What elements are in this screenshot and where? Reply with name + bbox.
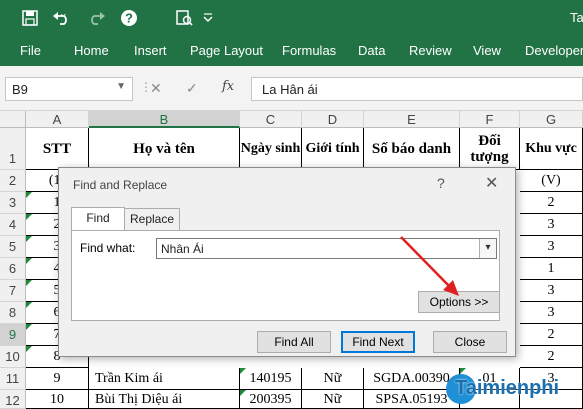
column-header-f[interactable]: F <box>460 111 520 128</box>
error-indicator-icon <box>26 258 32 264</box>
find-what-label: Find what: <box>80 241 136 255</box>
cell-value: 140195 <box>249 371 292 386</box>
cell-d11[interactable]: Nữ <box>302 368 364 390</box>
row-header-1[interactable]: 1 <box>0 128 26 170</box>
cell-c12[interactable]: 200395 <box>240 390 302 409</box>
tab-review[interactable]: Review <box>409 43 452 58</box>
error-indicator-icon <box>240 390 246 396</box>
row-header-10[interactable]: 10 <box>0 346 26 368</box>
chevron-down-icon[interactable]: ▾ <box>479 239 496 258</box>
cell-g6[interactable]: 1 <box>520 258 583 280</box>
row-header-7[interactable]: 7 <box>0 280 26 302</box>
tab-file[interactable]: File <box>20 43 41 58</box>
tab-home[interactable]: Home <box>74 43 109 58</box>
cell-c1[interactable]: Ngày sinh <box>240 128 302 170</box>
cell-d12[interactable]: Nữ <box>302 390 364 409</box>
cell-g4[interactable]: 3 <box>520 214 583 236</box>
watermark: Taimienphi <box>455 377 560 399</box>
print-preview-icon[interactable] <box>172 6 196 30</box>
row-header-2[interactable]: 2 <box>0 170 26 192</box>
error-indicator-icon <box>26 302 32 308</box>
cell-b11[interactable]: Trần Kim ái <box>89 368 240 390</box>
tab-insert[interactable]: Insert <box>134 43 167 58</box>
cell-g8[interactable]: 3 <box>520 302 583 324</box>
find-what-value: Nhân Ái <box>161 242 204 256</box>
cell-a12[interactable]: 10 <box>26 390 89 409</box>
tab-page-layout[interactable]: Page Layout <box>190 43 263 58</box>
formula-input[interactable]: La Hân ái <box>251 77 583 101</box>
cell-b1[interactable]: Họ và tên <box>89 128 240 170</box>
column-header-a[interactable]: A <box>26 111 89 128</box>
cell-a1[interactable]: STT <box>26 128 89 170</box>
cell-g5[interactable]: 3 <box>520 236 583 258</box>
column-header-d[interactable]: D <box>302 111 364 128</box>
error-indicator-icon <box>240 368 246 374</box>
title-bar: ? Ta <box>0 0 583 36</box>
svg-text:?: ? <box>125 11 133 26</box>
name-box[interactable]: B9 ▼ <box>5 77 133 101</box>
column-header-e[interactable]: E <box>364 111 460 128</box>
help-icon[interactable]: ? <box>118 6 140 30</box>
formula-bar: B9 ▼ ⋮ ✕ ✓ fx La Hân ái <box>0 66 583 111</box>
chevron-down-icon[interactable]: ▼ <box>116 81 126 92</box>
cell-b12[interactable]: Bùi Thị Diệu ái <box>89 390 240 409</box>
name-box-value: B9 <box>12 82 28 97</box>
tab-find[interactable]: Find <box>71 207 125 231</box>
cell-g1[interactable]: Khu vực <box>520 128 583 170</box>
row-header-6[interactable]: 6 <box>0 258 26 280</box>
undo-icon[interactable] <box>48 6 78 30</box>
error-indicator-icon <box>26 214 32 220</box>
tab-data[interactable]: Data <box>358 43 385 58</box>
row-header-4[interactable]: 4 <box>0 214 26 236</box>
cell-d1[interactable]: Giới tính <box>302 128 364 170</box>
row-header-9[interactable]: 9 <box>0 324 26 346</box>
cell-g2[interactable]: (V) <box>520 170 583 192</box>
row-header-8[interactable]: 8 <box>0 302 26 324</box>
column-header-g[interactable]: G <box>520 111 583 128</box>
error-indicator-icon <box>26 236 32 242</box>
cancel-icon[interactable]: ✕ <box>150 80 162 97</box>
close-icon[interactable]: ✕ <box>485 173 498 193</box>
cell-a11[interactable]: 9 <box>26 368 89 390</box>
error-indicator-icon <box>26 280 32 286</box>
document-title: Ta <box>570 10 583 25</box>
find-all-button[interactable]: Find All <box>257 331 331 353</box>
tab-replace[interactable]: Replace <box>125 208 180 230</box>
find-next-button[interactable]: Find Next <box>341 331 415 353</box>
cell-g7[interactable]: 3 <box>520 280 583 302</box>
column-header-c[interactable]: C <box>240 111 302 128</box>
cell-value: 200395 <box>249 392 292 407</box>
enter-icon[interactable]: ✓ <box>186 80 198 97</box>
cell-g9[interactable]: 2 <box>520 324 583 346</box>
tab-formulas[interactable]: Formulas <box>282 43 336 58</box>
save-icon[interactable] <box>18 6 42 30</box>
redo-icon[interactable] <box>82 6 112 30</box>
row-header-11[interactable]: 11 <box>0 368 26 390</box>
row-header-5[interactable]: 5 <box>0 236 26 258</box>
annotation-arrow-icon <box>400 236 459 296</box>
cell-c11[interactable]: 140195 <box>240 368 302 390</box>
cell-e1[interactable]: Số báo danh <box>364 128 460 170</box>
cell-g10[interactable]: 2 <box>520 346 583 368</box>
error-indicator-icon <box>26 192 32 198</box>
row-header-12[interactable]: 12 <box>0 390 26 409</box>
cell-g3[interactable]: 2 <box>520 192 583 214</box>
ribbon-tabs: File Home Insert Page Layout Formulas Da… <box>0 36 583 66</box>
error-indicator-icon <box>26 346 32 352</box>
row-header-3[interactable]: 3 <box>0 192 26 214</box>
tab-developer[interactable]: Developer <box>525 43 583 58</box>
dialog-title: Find and Replace <box>73 178 168 192</box>
insert-function-button[interactable]: fx <box>222 79 234 94</box>
help-icon[interactable]: ? <box>437 175 445 191</box>
cell-f1[interactable]: Đối tượng <box>460 128 520 170</box>
error-indicator-icon <box>26 324 32 330</box>
select-all-corner[interactable] <box>0 111 26 128</box>
chevron-down-icon[interactable] <box>200 6 216 30</box>
tab-view[interactable]: View <box>473 43 501 58</box>
column-header-b[interactable]: B <box>89 111 240 128</box>
close-button[interactable]: Close <box>433 331 507 353</box>
